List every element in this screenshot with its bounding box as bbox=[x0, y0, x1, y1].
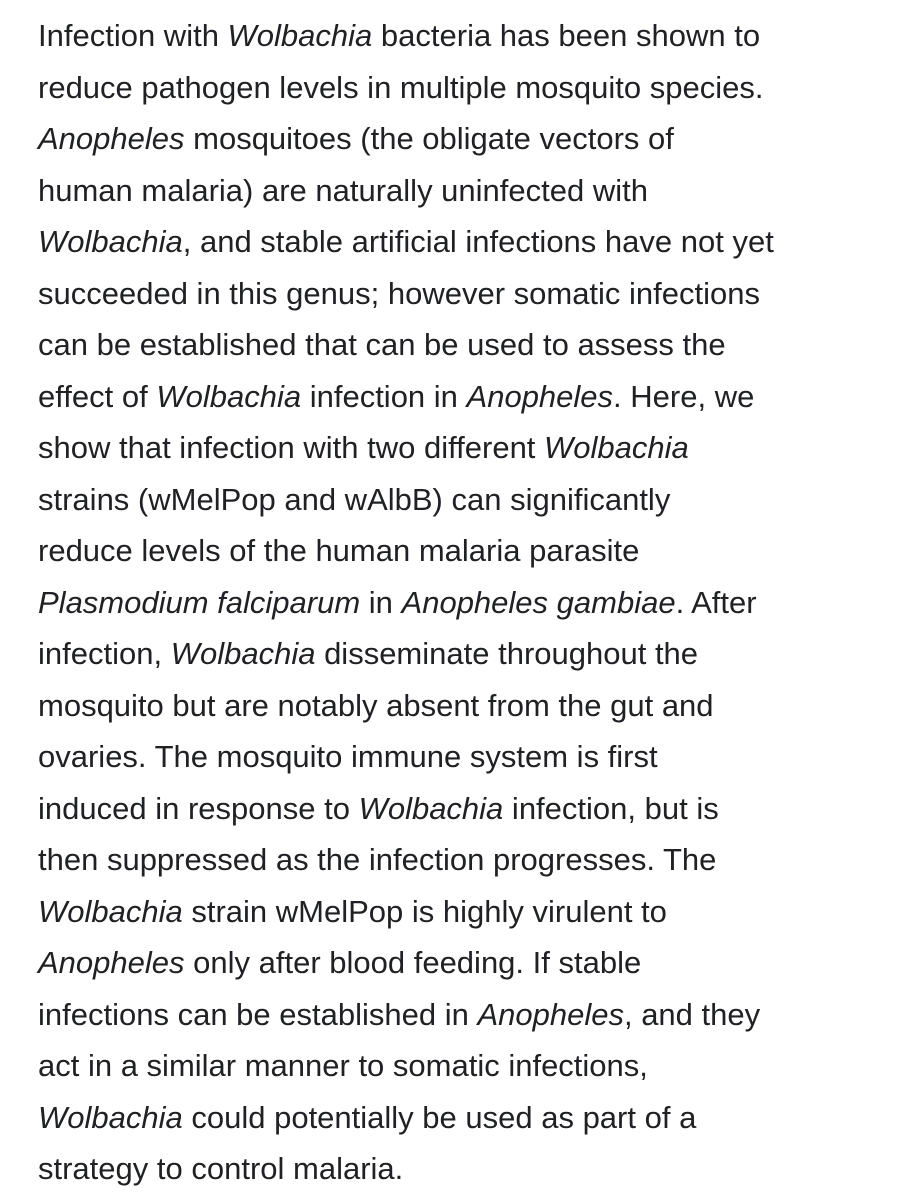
text-segment: reduce levels of the human malaria paras… bbox=[38, 533, 640, 568]
text-line: effect of Wolbachia infection in Anophel… bbox=[38, 371, 894, 423]
text-line: infections can be established in Anophel… bbox=[38, 989, 894, 1041]
text-line: induced in response to Wolbachia infecti… bbox=[38, 783, 894, 835]
text-segment: succeeded in this genus; however somatic… bbox=[38, 275, 761, 311]
text-segment: strains (wMelPop and wAlbB) can signific… bbox=[38, 481, 671, 517]
text-segment: disseminate throughout the bbox=[315, 636, 699, 671]
text-segment: infection, bbox=[38, 636, 171, 671]
text-segment: human malaria) are naturally uninfected … bbox=[38, 172, 648, 208]
text-segment: . After bbox=[675, 584, 757, 620]
abstract-paragraph: Infection with Wolbachia bacteria has be… bbox=[38, 10, 894, 1195]
italic-term: Wolbachia bbox=[170, 636, 316, 671]
text-line: reduce levels of the human malaria paras… bbox=[38, 525, 894, 577]
italic-term: Anopheles bbox=[38, 121, 185, 156]
italic-term: Wolbachia bbox=[38, 1099, 183, 1135]
text-line: Plasmodium falciparum in Anopheles gambi… bbox=[38, 577, 894, 629]
text-segment: mosquito but are notably absent from the… bbox=[38, 687, 714, 723]
text-segment: strain wMelPop is highly virulent to bbox=[182, 893, 667, 929]
text-segment: reduce pathogen levels in multiple mosqu… bbox=[38, 69, 764, 105]
text-line: strategy to control malaria. bbox=[38, 1143, 894, 1195]
italic-term: Anopheles gambiae bbox=[401, 584, 676, 620]
italic-term: Wolbachia bbox=[544, 430, 689, 465]
text-line: Anopheles only after blood feeding. If s… bbox=[38, 937, 894, 989]
text-line: human malaria) are naturally uninfected … bbox=[38, 165, 894, 217]
text-line: mosquito but are notably absent from the… bbox=[38, 680, 894, 732]
text-segment: infections can be established in bbox=[38, 996, 478, 1032]
text-segment: mosquitoes (the obligate vectors of bbox=[184, 121, 674, 156]
italic-term: Wolbachia bbox=[156, 378, 302, 414]
text-segment: infection in bbox=[301, 378, 467, 414]
text-segment: infection, but is bbox=[503, 790, 719, 826]
text-line: Anopheles mosquitoes (the obligate vecto… bbox=[38, 113, 894, 165]
text-line: Infection with Wolbachia bacteria has be… bbox=[38, 10, 894, 62]
italic-term: Wolbachia bbox=[227, 18, 373, 53]
text-segment: only after blood feeding. If stable bbox=[184, 945, 642, 980]
text-line: Wolbachia strain wMelPop is highly virul… bbox=[38, 886, 894, 938]
text-line: can be established that can be used to a… bbox=[38, 319, 894, 371]
text-segment: act in a similar manner to somatic infec… bbox=[38, 1048, 648, 1083]
text-line: show that infection with two different W… bbox=[38, 422, 894, 474]
text-segment: , and stable artificial infections have … bbox=[182, 224, 774, 259]
text-segment: in bbox=[360, 584, 402, 620]
italic-term: Wolbachia bbox=[358, 790, 504, 826]
italic-term: Plasmodium falciparum bbox=[38, 584, 361, 620]
text-segment: can be established that can be used to a… bbox=[38, 327, 726, 362]
italic-term: Wolbachia bbox=[38, 224, 183, 259]
text-segment: bacteria has been shown to bbox=[372, 18, 761, 53]
italic-term: Wolbachia bbox=[38, 893, 183, 929]
text-line: reduce pathogen levels in multiple mosqu… bbox=[38, 62, 894, 114]
text-line: Wolbachia could potentially be used as p… bbox=[38, 1092, 894, 1144]
text-segment: ovaries. The mosquito immune system is f… bbox=[38, 739, 658, 774]
text-segment: induced in response to bbox=[38, 790, 359, 826]
text-segment: , and they bbox=[623, 996, 761, 1032]
text-line: Wolbachia, and stable artificial infecti… bbox=[38, 216, 894, 268]
italic-term: Anopheles bbox=[466, 378, 614, 414]
text-line: infection, Wolbachia disseminate through… bbox=[38, 628, 894, 680]
text-line: then suppressed as the infection progres… bbox=[38, 834, 894, 886]
text-line: strains (wMelPop and wAlbB) can signific… bbox=[38, 474, 894, 526]
text-segment: . Here, we bbox=[613, 378, 755, 414]
text-segment: then suppressed as the infection progres… bbox=[38, 842, 717, 877]
page: Infection with Wolbachia bacteria has be… bbox=[0, 0, 920, 1200]
text-line: ovaries. The mosquito immune system is f… bbox=[38, 731, 894, 783]
text-line: succeeded in this genus; however somatic… bbox=[38, 268, 894, 320]
text-segment: show that infection with two different bbox=[38, 430, 545, 465]
text-segment: effect of bbox=[38, 378, 157, 414]
text-segment: Infection with bbox=[38, 18, 228, 53]
text-segment: could potentially be used as part of a bbox=[182, 1099, 697, 1135]
italic-term: Anopheles bbox=[477, 996, 624, 1032]
text-line: act in a similar manner to somatic infec… bbox=[38, 1040, 894, 1092]
text-segment: strategy to control malaria. bbox=[38, 1151, 404, 1186]
italic-term: Anopheles bbox=[38, 945, 185, 980]
